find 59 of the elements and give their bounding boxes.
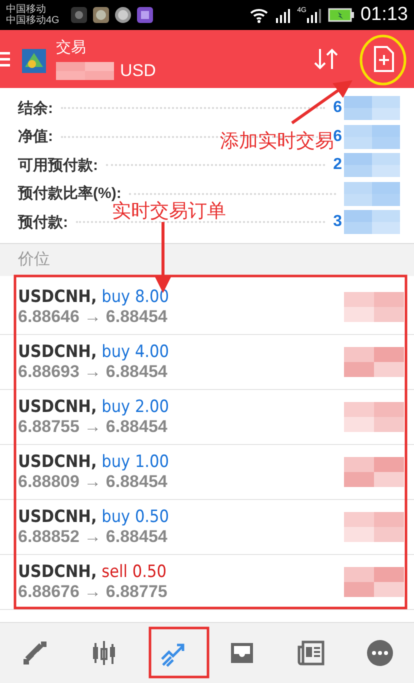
sort-icon[interactable] [313, 47, 339, 71]
signal-icon [275, 7, 292, 23]
battery-icon [328, 8, 354, 22]
order-title: USDCNH, buy 4.00 [18, 342, 170, 362]
summary-value: 3 [333, 213, 342, 232]
order-prices: 6.88852 → 6.88454 [18, 526, 168, 546]
summary-label: 结余: [18, 98, 53, 118]
summary-value: 6 [333, 128, 342, 146]
redacted-account [56, 62, 114, 80]
redacted-profit [344, 346, 404, 376]
section-header: 价位 [0, 242, 414, 276]
order-title: USDCNH, buy 8.00 [18, 286, 170, 306]
menu-icon[interactable] [0, 51, 10, 67]
app-icon [71, 7, 88, 23]
order-title: USDCNH, buy 1.00 [18, 452, 170, 472]
highlight-circle [360, 34, 406, 86]
app-icon [137, 7, 154, 23]
redacted-profit [344, 292, 404, 322]
redacted-profit [344, 456, 404, 486]
summary-label: 净值: [18, 127, 53, 146]
clock-time: 01:13 [360, 4, 408, 26]
order-prices: 6.88755 → 6.88454 [18, 416, 168, 436]
arrows-icon[interactable] [20, 639, 48, 667]
redacted-profit [344, 402, 404, 432]
more-icon[interactable] [366, 639, 394, 667]
app-icon [115, 7, 132, 23]
summary-label: 预付款比率(%): [18, 184, 122, 202]
order-prices: 6.88676 → 6.88775 [18, 582, 168, 602]
account-currency: USD [120, 60, 156, 80]
annotation-text: 添加实时交易 [220, 131, 334, 154]
redacted-value [344, 210, 400, 234]
order-title: USDCNH, buy 0.50 [18, 506, 170, 526]
carrier-name: 中国移动 [6, 4, 47, 15]
redacted-value [344, 96, 400, 120]
redacted-profit [344, 566, 404, 596]
redacted-value [344, 182, 400, 206]
order-prices: 6.88646 → 6.88454 [18, 306, 168, 326]
redacted-value [344, 153, 400, 178]
summary-label: 可用预付款: [18, 156, 98, 175]
order-title: USDCNH, buy 2.00 [18, 396, 170, 416]
carrier-name: 中国移动4G [6, 15, 60, 26]
summary-value: 2 [333, 156, 342, 174]
add-document-icon[interactable] [373, 46, 395, 72]
summary-label: 预付款: [18, 212, 68, 232]
highlight-frame [148, 626, 210, 678]
redacted-value [344, 124, 400, 149]
screen-title: 交易 [56, 38, 87, 56]
summary-value: 6 [333, 99, 342, 118]
arrow [291, 80, 352, 124]
app-icon [93, 7, 110, 23]
order-prices: 6.88809 → 6.88454 [18, 472, 168, 492]
order-prices: 6.88693 → 6.88454 [18, 362, 168, 382]
wifi-icon [249, 7, 270, 23]
annotation-text: 实时交易订单 [112, 201, 226, 224]
order-title: USDCNH, sell 0.50 [18, 562, 168, 582]
redacted-profit [344, 512, 404, 542]
signal-icon [306, 7, 322, 23]
app-logo-icon [22, 49, 46, 73]
newspaper-icon[interactable] [296, 639, 324, 667]
